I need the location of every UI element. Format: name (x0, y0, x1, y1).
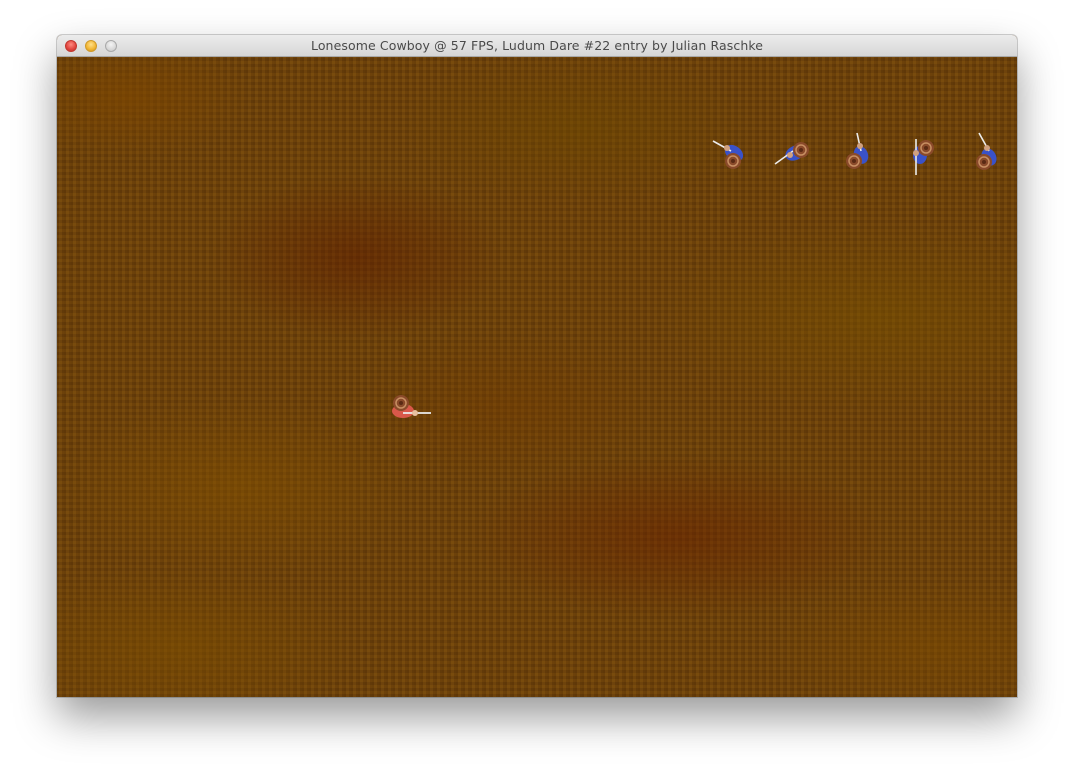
enemy-cowboy-1 (709, 131, 753, 181)
game-window: Lonesome Cowboy @ 57 FPS, Ludum Dare #22… (57, 35, 1017, 697)
game-field[interactable] (57, 57, 1017, 697)
title-bar[interactable]: Lonesome Cowboy @ 57 FPS, Ludum Dare #22… (57, 35, 1017, 57)
enemy-cowboy-3 (833, 131, 877, 181)
player-cowboy (385, 387, 431, 437)
enemy-cowboy-2 (771, 131, 815, 181)
window-title: Lonesome Cowboy @ 57 FPS, Ludum Dare #22… (310, 38, 764, 53)
enemy-cowboy-4 (895, 131, 939, 181)
enemy-cowboy-5 (963, 131, 1007, 181)
